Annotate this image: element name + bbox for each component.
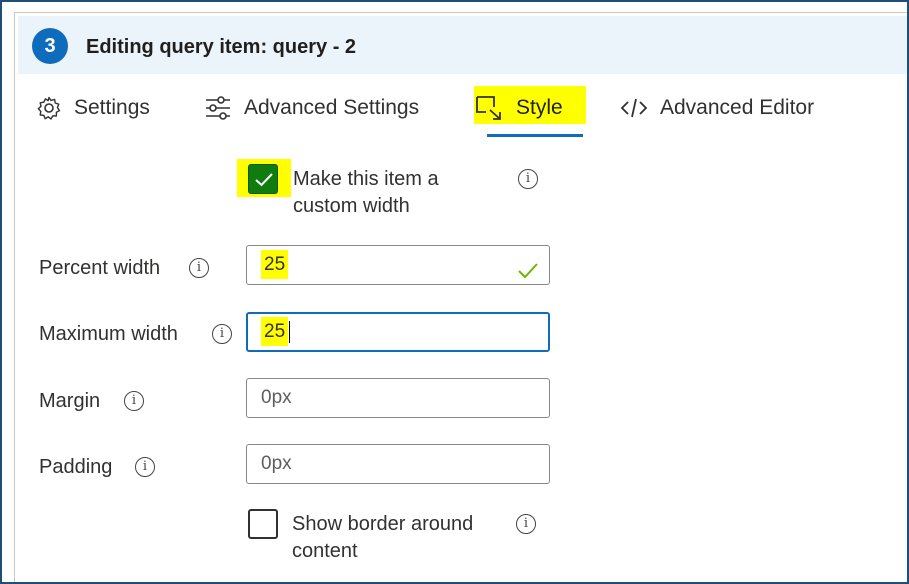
margin-label: Margin <box>39 390 101 412</box>
tab-bar: Settings Advanced Settings Style Advance… <box>18 80 907 138</box>
show-border-checkbox[interactable] <box>248 509 278 539</box>
sliders-icon <box>204 95 232 121</box>
tab-advanced-editor-label: Advanced Editor <box>660 96 815 119</box>
maximum-width-label: Maximum width <box>39 323 178 345</box>
panel-title: Editing query item: query - 2 <box>86 36 357 58</box>
padding-placeholder: 0px <box>261 453 292 474</box>
margin-input[interactable]: 0px <box>246 378 550 418</box>
percent-width-label: Percent width <box>39 257 161 279</box>
padding-input[interactable]: 0px <box>246 444 550 484</box>
percent-width-value: 25 <box>261 250 289 279</box>
padding-label: Padding <box>39 456 113 478</box>
maximum-width-input[interactable]: 25 <box>246 312 550 352</box>
info-icon[interactable]: i <box>212 324 232 344</box>
tab-style-label: Style <box>516 96 563 119</box>
tab-advanced-settings-label: Advanced Settings <box>244 96 420 119</box>
custom-width-label: Make this item a custom width <box>293 168 439 217</box>
resize-icon <box>474 94 504 122</box>
info-icon[interactable]: i <box>518 169 538 189</box>
tab-advanced-settings[interactable]: Advanced Settings <box>204 86 419 130</box>
step-badge: 3 <box>32 28 68 64</box>
info-icon[interactable]: i <box>124 391 144 411</box>
info-icon[interactable]: i <box>135 457 155 477</box>
tab-settings[interactable]: Settings <box>36 86 150 130</box>
percent-width-input[interactable]: 25 <box>246 245 550 285</box>
checkmark-icon <box>255 173 273 187</box>
active-tab-indicator <box>487 134 583 137</box>
tab-settings-label: Settings <box>74 96 150 119</box>
custom-width-checkbox[interactable] <box>248 164 278 194</box>
info-icon[interactable]: i <box>189 258 209 278</box>
gear-icon <box>36 95 62 121</box>
show-border-label: Show border around content <box>292 513 474 562</box>
tab-advanced-editor[interactable]: Advanced Editor <box>620 86 814 130</box>
panel-header: 3 Editing query item: query - 2 <box>18 16 907 74</box>
maximum-width-value: 25 <box>261 317 289 346</box>
margin-placeholder: 0px <box>261 387 292 408</box>
text-caret <box>289 320 291 343</box>
code-icon <box>620 96 648 120</box>
valid-check-icon <box>517 256 539 294</box>
tab-style[interactable]: Style <box>474 86 586 130</box>
info-icon[interactable]: i <box>516 514 536 534</box>
